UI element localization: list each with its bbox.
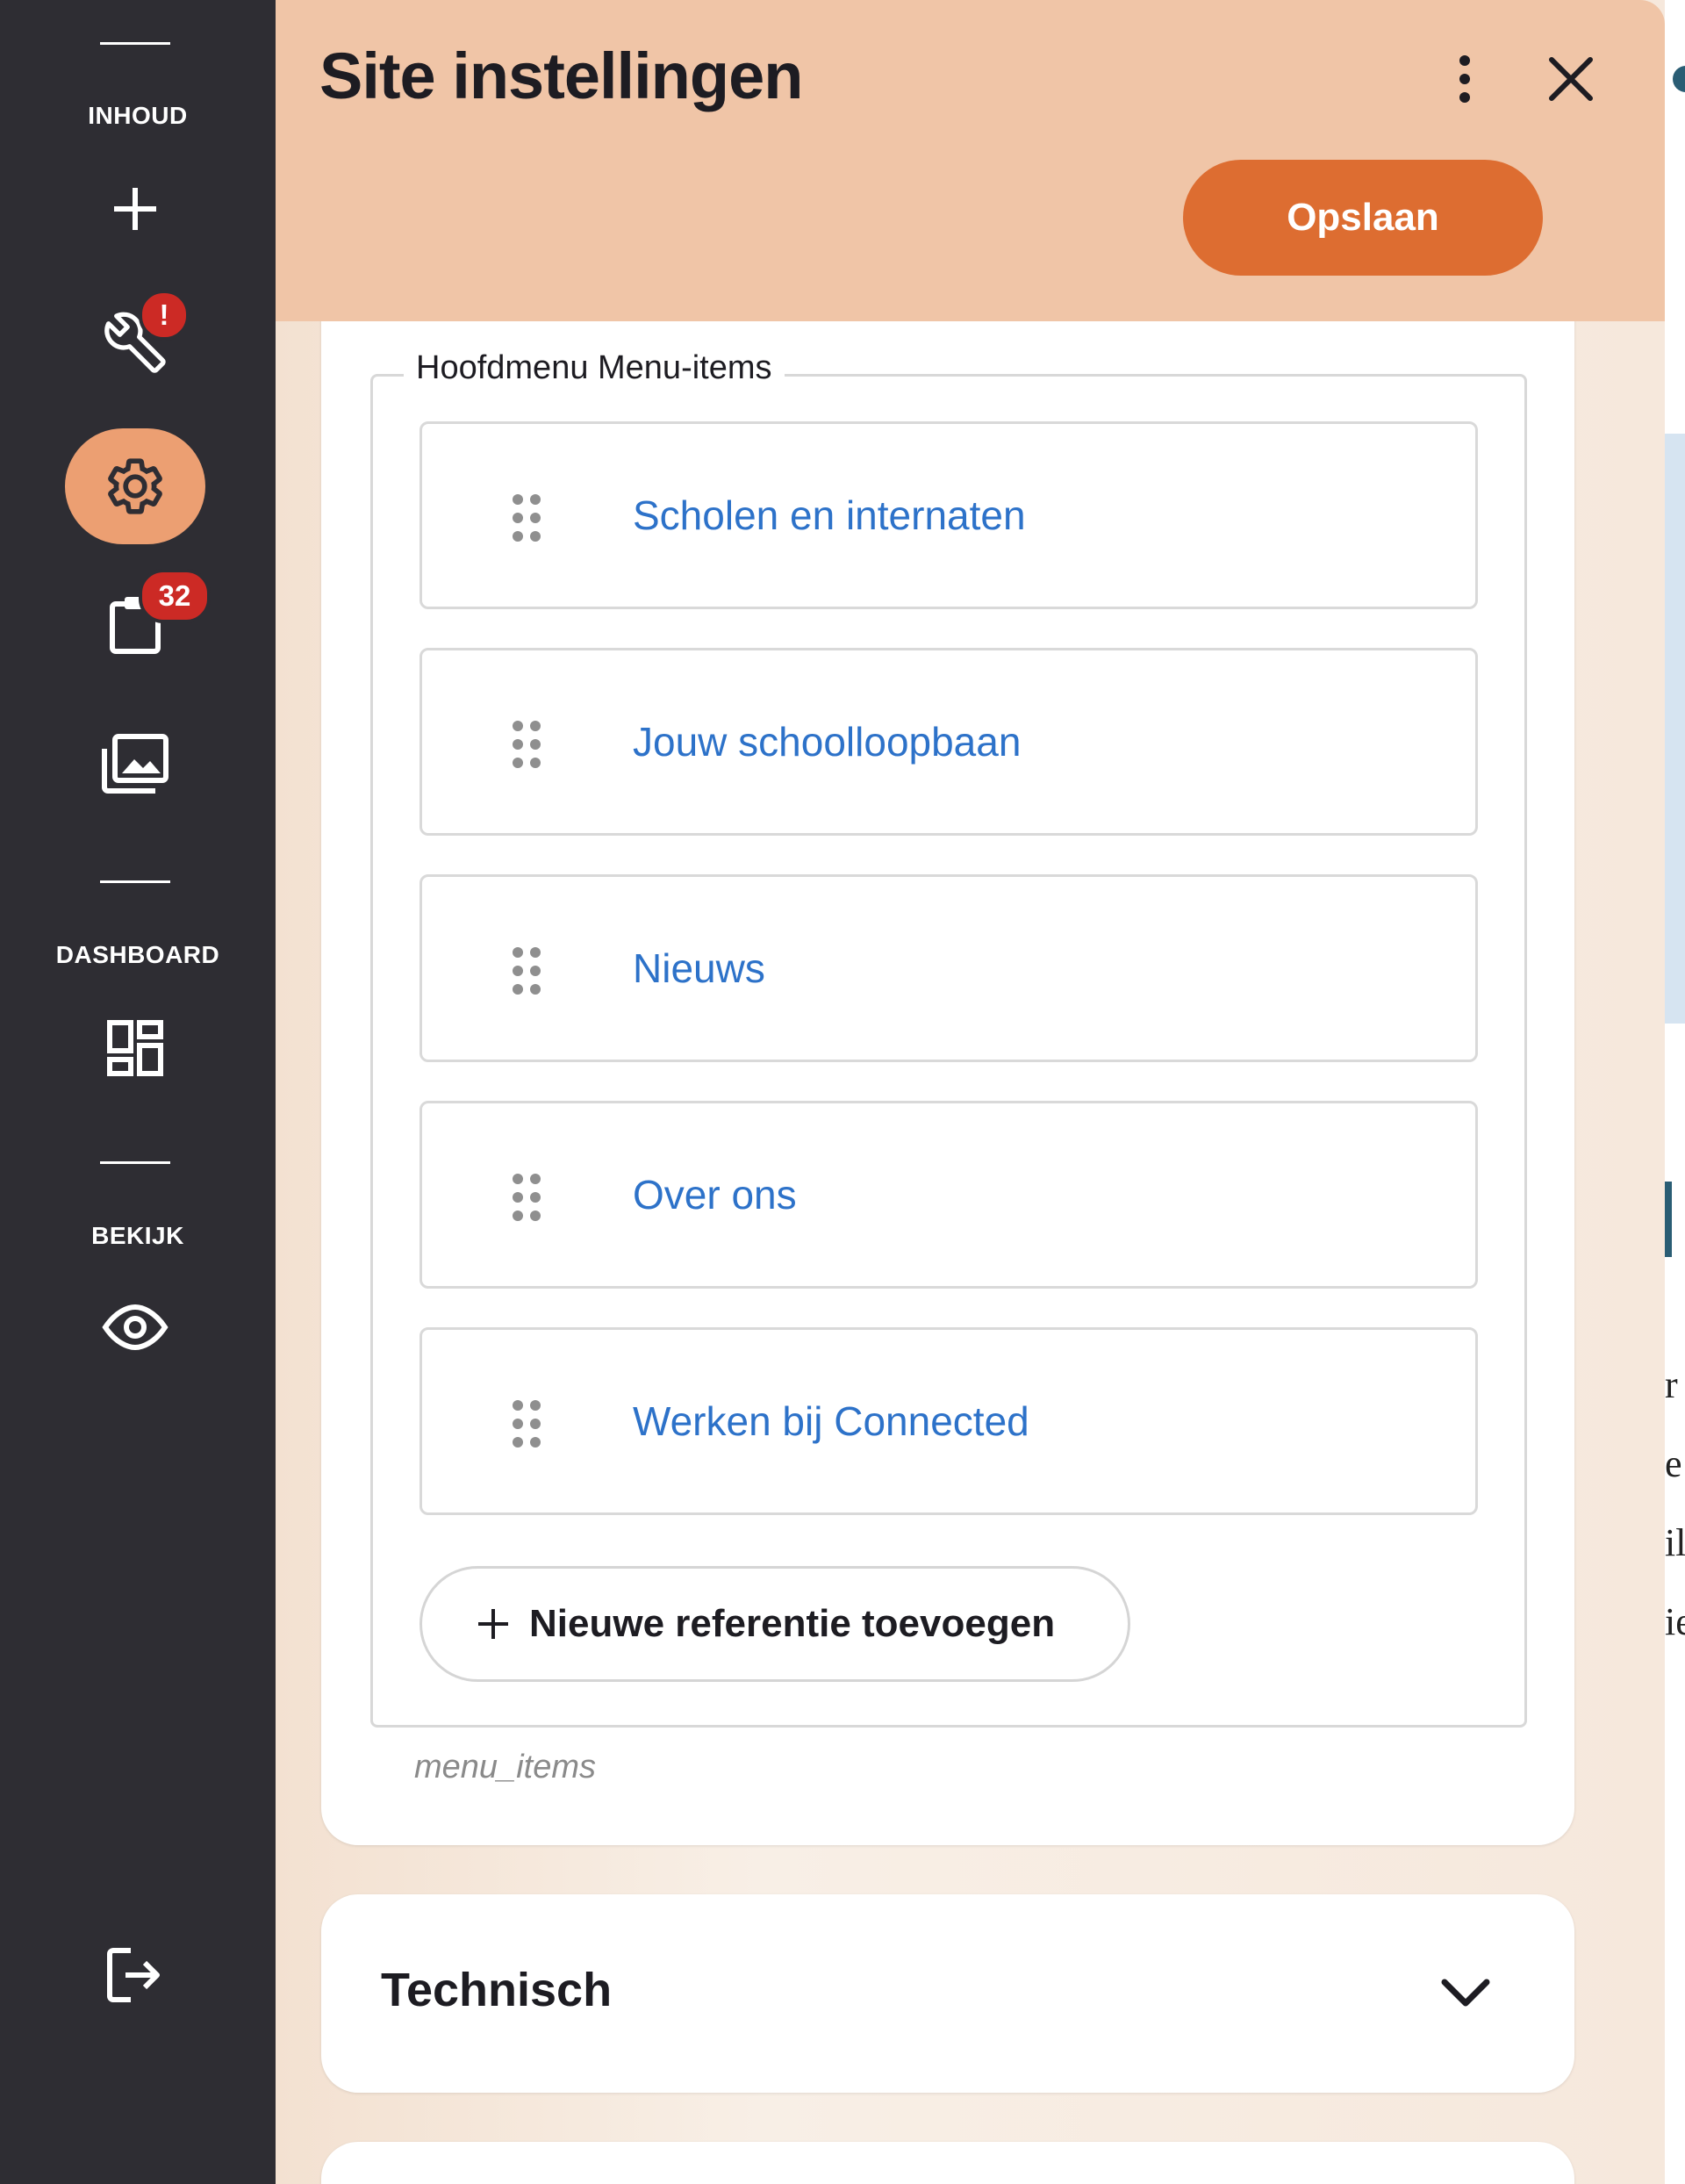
page-title: Site instellingen [319,40,803,112]
close-icon [1549,57,1593,101]
dashboard-button[interactable] [65,990,205,1106]
section-label-content: INHOUD [88,102,188,129]
text-fragment: e [1665,1442,1682,1485]
heading-fragment [1665,1182,1672,1257]
logo-fragment [1673,66,1685,92]
tasks-count-badge: 32 [139,569,211,623]
add-reference-button[interactable]: Nieuwe referentie toevoegen [419,1566,1130,1682]
save-button[interactable]: Opslaan [1183,160,1543,276]
background-page: r e il ie [1665,0,1685,2184]
close-button[interactable] [1536,44,1606,114]
menu-item[interactable]: Scholen en internaten [419,421,1478,609]
menu-item-label[interactable]: Nieuws [633,877,765,1060]
field-machine-name: menu_items [414,1749,596,1785]
menu-item-label[interactable]: Jouw schoolloopbaan [633,650,1021,833]
more-vertical-icon [1459,55,1470,103]
left-rail: INHOUD ! 32 DASHBOARD BEKIJK [0,0,276,2184]
menu-items-card: Hoofdmenu Menu-items Scholen en internat… [321,290,1574,1845]
dashboard-icon [107,1020,163,1076]
drag-handle-icon[interactable] [510,945,543,996]
menu-item-label[interactable]: Scholen en internaten [633,424,1026,607]
technisch-section[interactable]: Technisch [321,1894,1574,2093]
menu-item[interactable]: Nieuws [419,874,1478,1062]
media-library-icon [102,734,168,794]
drag-handle-icon[interactable] [510,1398,543,1449]
rail-divider [100,1161,170,1164]
section-title: Technisch [381,1964,613,2016]
more-options-button[interactable] [1434,44,1495,114]
media-library-button[interactable] [65,706,205,822]
menu-item-label[interactable]: Over ons [633,1103,797,1286]
menu-item[interactable]: Werken bij Connected [419,1327,1478,1515]
rail-divider [100,880,170,883]
text-fragment: ie [1665,1600,1685,1643]
logout-icon [107,1948,160,2002]
menu-item-label[interactable]: Werken bij Connected [633,1330,1029,1512]
section-label-view: BEKIJK [91,1222,184,1249]
tools-alert-badge: ! [139,290,190,341]
drag-handle-icon[interactable] [510,1172,543,1223]
fieldset-legend: Hoofdmenu Menu-items [404,349,785,387]
drag-handle-icon[interactable] [510,492,543,543]
view-site-button[interactable] [65,1269,205,1385]
hero-image-fragment [1665,434,1685,1024]
logout-button[interactable] [65,1917,205,2033]
text-fragment: il [1665,1521,1685,1564]
rail-divider [100,42,170,45]
site-settings-panel: Hoofdmenu Menu-items Scholen en internat… [276,0,1665,2184]
drag-handle-icon[interactable] [510,719,543,770]
site-settings-button[interactable] [65,428,205,544]
gear-icon [108,458,162,514]
panel-header: Site instellingen Opslaan [276,0,1665,321]
add-reference-label: Nieuwe referentie toevoegen [529,1602,1056,1645]
text-fragment: r [1665,1363,1678,1406]
menu-item[interactable]: Over ons [419,1101,1478,1289]
next-section-card[interactable] [321,2142,1574,2184]
menu-item[interactable]: Jouw schoolloopbaan [419,648,1478,836]
section-label-dashboard: DASHBOARD [55,941,220,968]
eye-icon [102,1304,168,1350]
chevron-down-icon[interactable] [1439,1975,1492,2010]
plus-icon [478,1609,508,1639]
plus-icon [114,188,156,230]
add-content-button[interactable] [65,151,205,267]
